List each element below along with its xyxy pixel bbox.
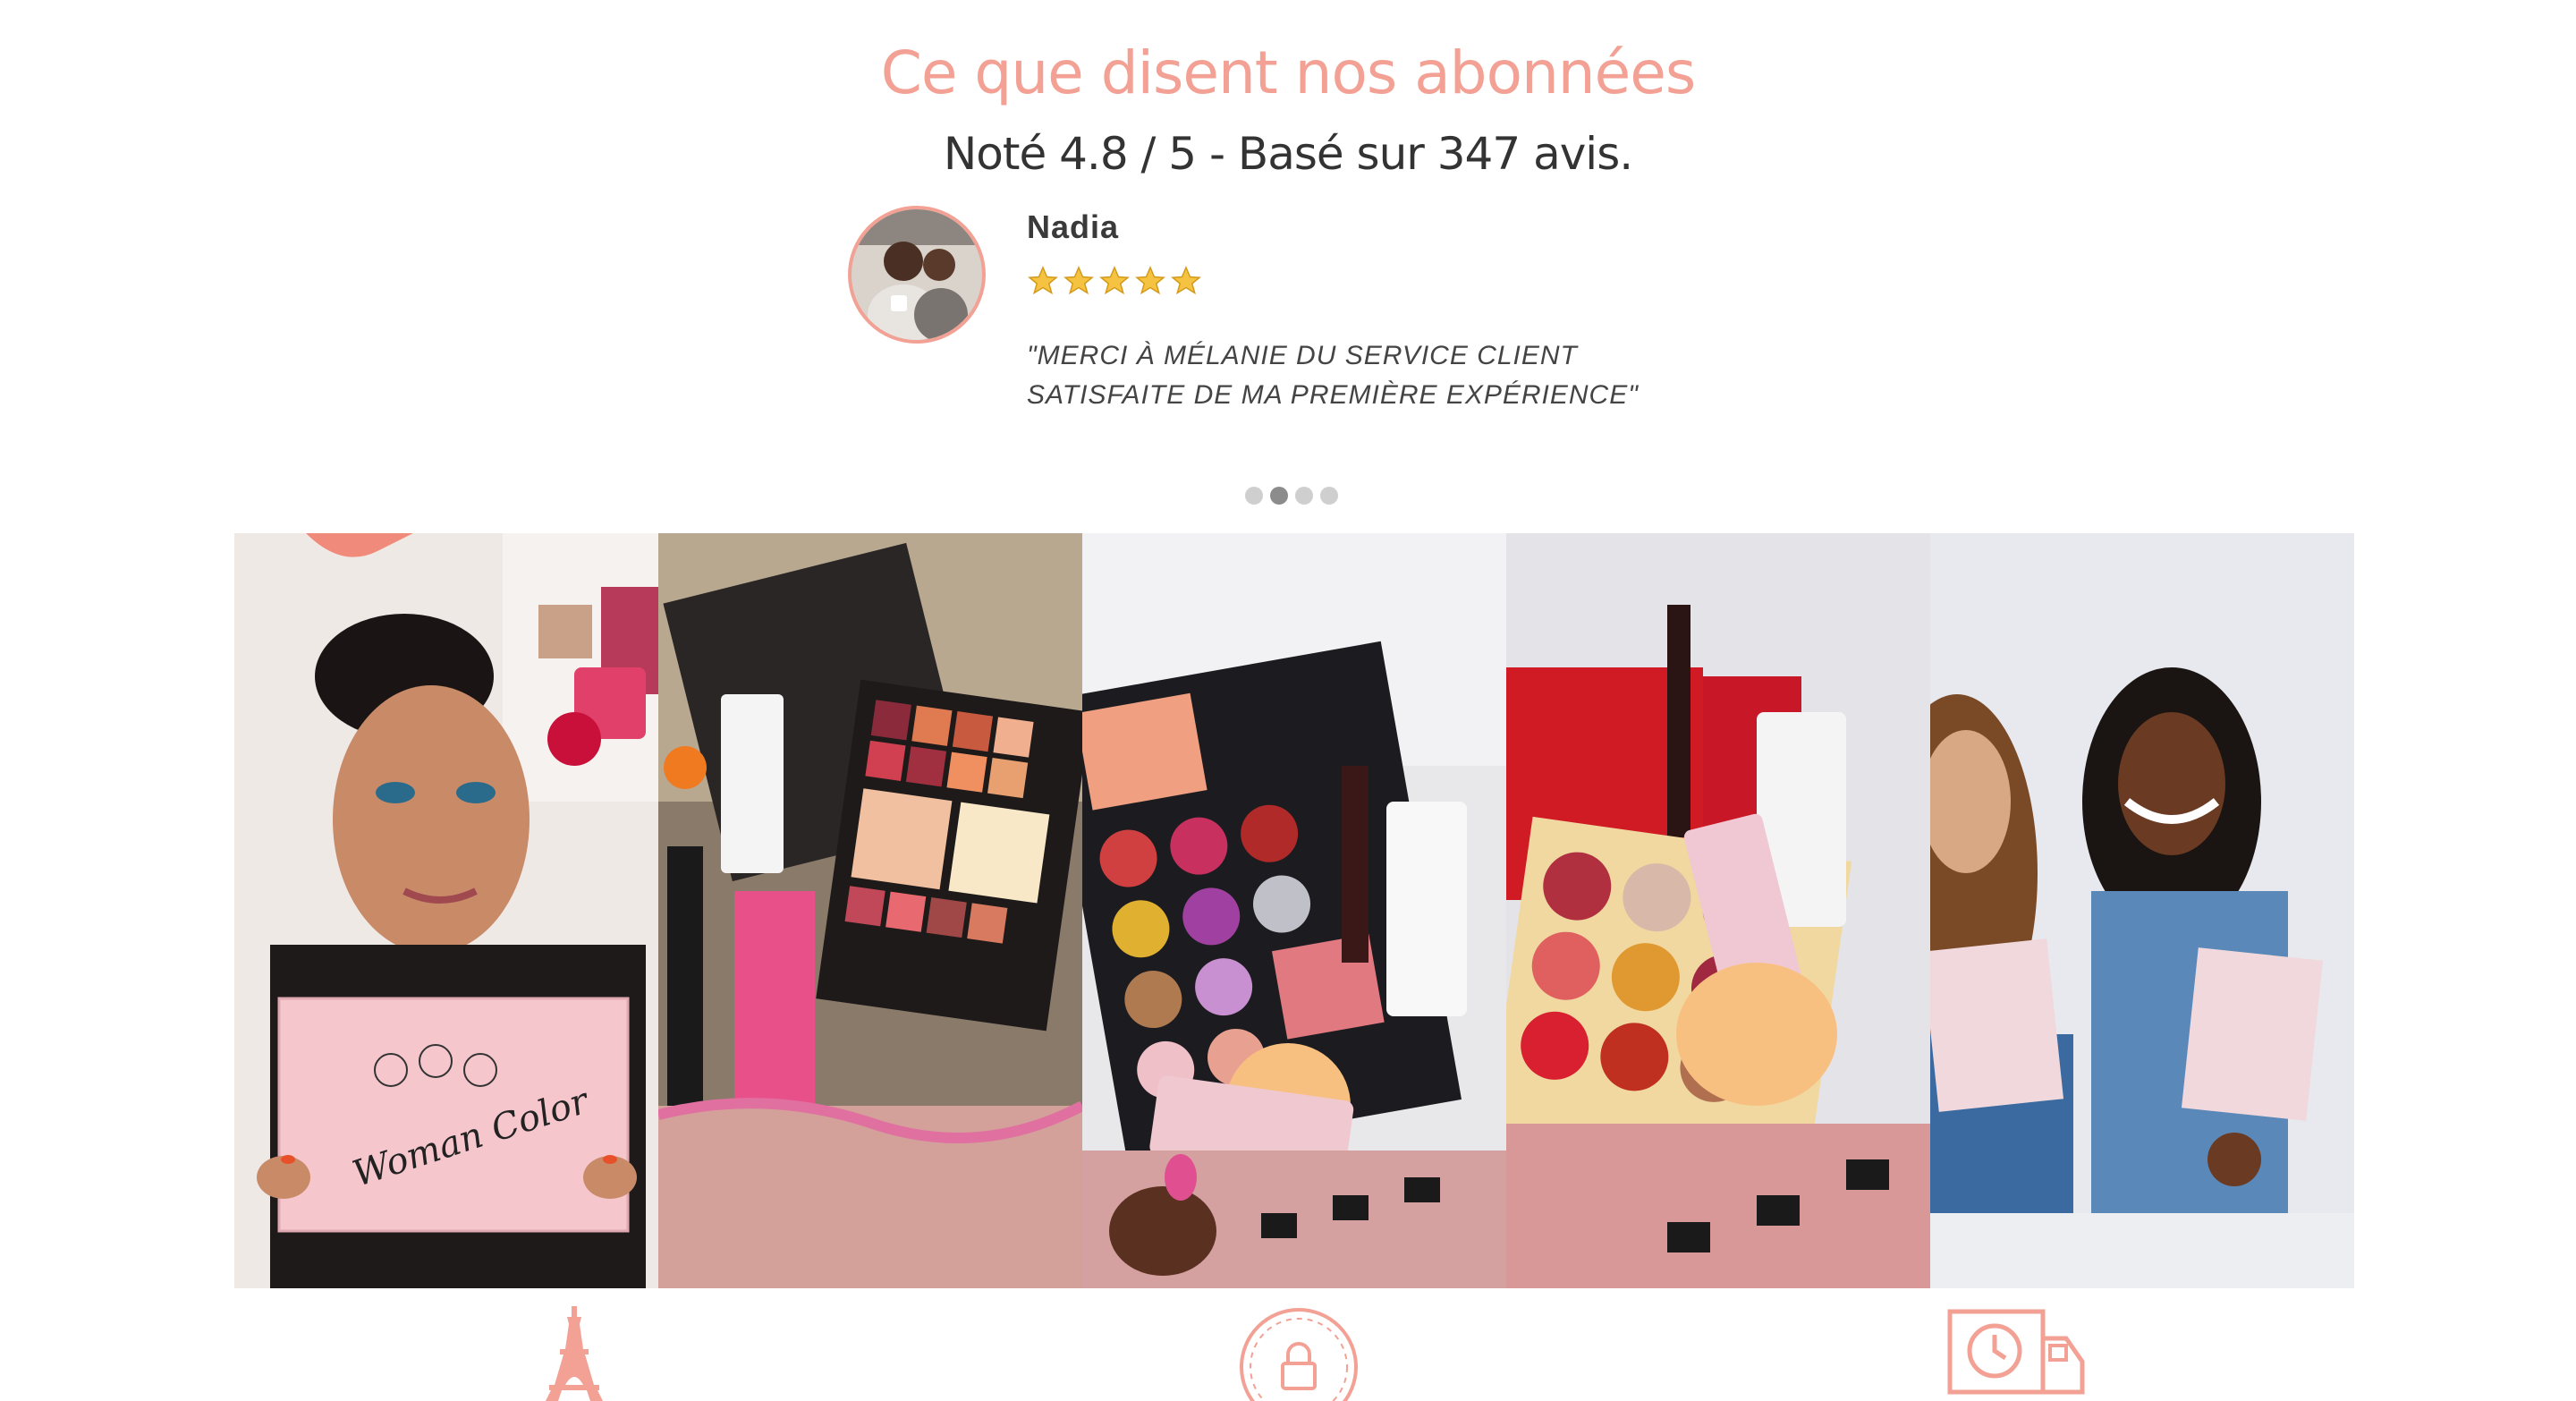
gallery-photo-woman-box[interactable]: Woman Color (234, 533, 658, 1288)
slider-dot[interactable] (1295, 487, 1313, 505)
gallery-image: Woman Color (234, 533, 658, 1288)
gallery-image (658, 533, 1082, 1288)
star-icon (1063, 266, 1094, 295)
slider-dot[interactable] (1245, 487, 1263, 505)
secure-lock-icon (1240, 1308, 1358, 1401)
star-rating (1027, 265, 1202, 297)
gallery-photo-two-women[interactable] (1930, 533, 2354, 1288)
gallery-image (1506, 533, 1930, 1288)
review-card: Nadia "MERCI À MÉLANIE DU SERVICE CLIENT… (848, 206, 1742, 438)
avatar-photo (852, 209, 982, 340)
testimonials-page: Ce que disent nos abonnées Noté 4.8 / 5 … (0, 0, 2576, 1401)
reviewer-name: Nadia (1027, 208, 1120, 245)
gallery-image (1930, 533, 2354, 1288)
photo-gallery: Woman Color (234, 533, 2354, 1288)
eiffel-tower-icon (546, 1306, 603, 1401)
star-icon (1028, 266, 1058, 295)
slider-dots (1245, 487, 1338, 505)
gallery-image (1082, 533, 1506, 1288)
features-row (0, 1306, 2576, 1401)
star-icon (1135, 266, 1165, 295)
star-icon (1171, 266, 1201, 295)
rating-summary: Noté 4.8 / 5 - Basé sur 347 avis. (943, 128, 1633, 180)
star-icon (1099, 266, 1130, 295)
slider-dot-active[interactable] (1270, 487, 1288, 505)
slider-dot[interactable] (1320, 487, 1338, 505)
delivery-truck-icon (1947, 1309, 2085, 1395)
reviewer-avatar (848, 206, 986, 344)
gallery-photo-eyeshadow-box[interactable] (1082, 533, 1506, 1288)
review-text: "MERCI À MÉLANIE DU SERVICE CLIENT SATIS… (1027, 341, 1639, 410)
section-title: Ce que disent nos abonnées (880, 38, 1696, 107)
gallery-photo-makeup-box[interactable] (658, 533, 1082, 1288)
gallery-photo-red-palette-box[interactable] (1506, 533, 1930, 1288)
